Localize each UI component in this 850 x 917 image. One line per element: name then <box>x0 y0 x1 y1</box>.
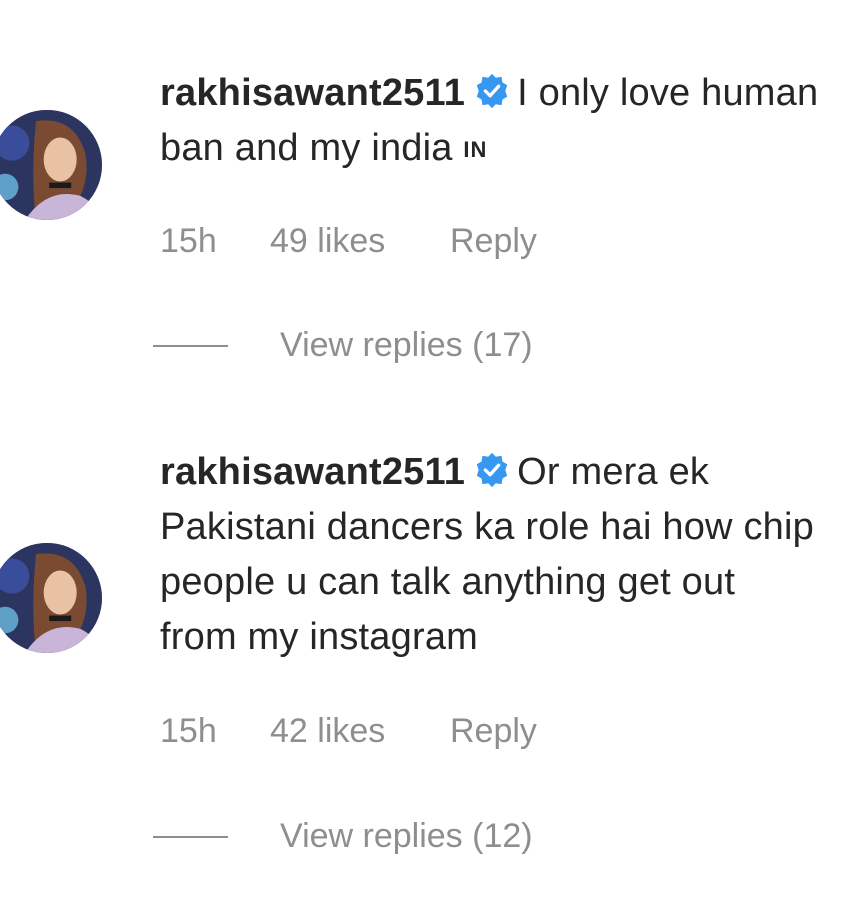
verified-badge-icon <box>476 452 508 488</box>
avatar[interactable] <box>0 110 102 220</box>
likes-count[interactable]: 42 likes <box>270 712 450 751</box>
reply-button[interactable]: Reply <box>450 712 537 751</box>
view-replies-label: View replies (17) <box>280 326 533 364</box>
view-replies-label: View replies (12) <box>280 817 533 855</box>
username[interactable]: rakhisawant2511 <box>160 72 465 114</box>
timestamp[interactable]: 15h <box>160 222 270 261</box>
likes-count[interactable]: 49 likes <box>270 222 450 261</box>
username[interactable]: rakhisawant2511 <box>160 451 465 493</box>
reply-button[interactable]: Reply <box>450 222 537 261</box>
verified-badge-icon <box>476 73 508 109</box>
india-flag-icon: IN <box>463 137 488 162</box>
avatar[interactable] <box>0 543 102 653</box>
comment-text: rakhisawant2511 I only love human ban and… <box>160 66 820 177</box>
replies-divider <box>153 344 228 347</box>
view-replies-button[interactable]: View replies (12) <box>153 817 533 856</box>
comment-meta: 15h 49 likes Reply <box>160 222 537 261</box>
timestamp[interactable]: 15h <box>160 712 270 751</box>
comment-meta: 15h 42 likes Reply <box>160 712 537 751</box>
comment-text: rakhisawant2511 Or mera ek Pakistani danc… <box>160 445 820 665</box>
replies-divider <box>153 835 228 838</box>
avatar-image <box>0 543 102 653</box>
view-replies-button[interactable]: View replies (17) <box>153 326 533 365</box>
avatar-image <box>0 110 102 220</box>
